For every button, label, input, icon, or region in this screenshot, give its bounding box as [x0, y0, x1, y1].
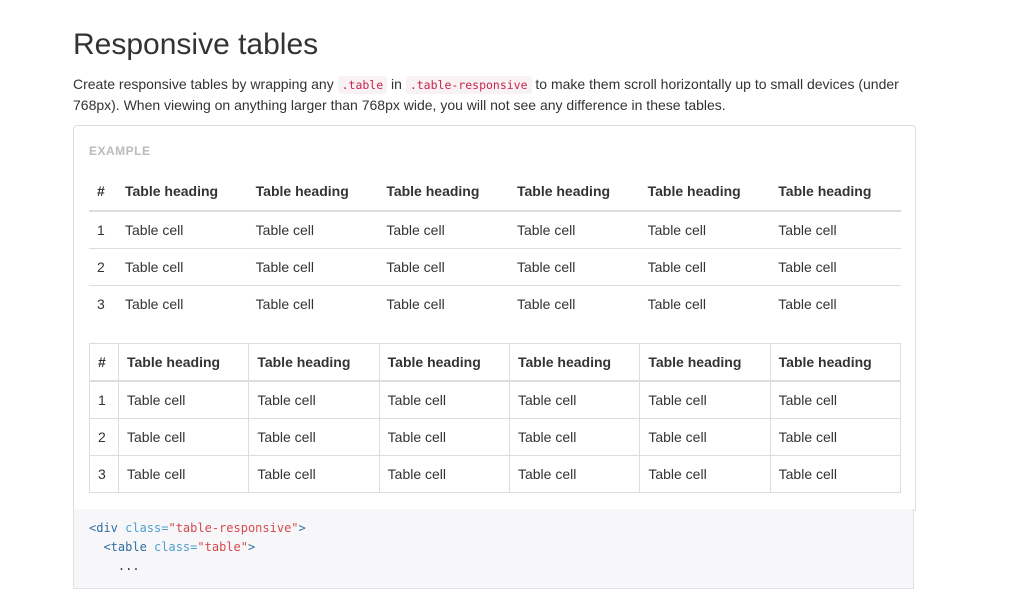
example-label: EXAMPLE	[89, 144, 151, 158]
table-cell: Table cell	[508, 248, 640, 286]
table-header-cell: Table heading	[117, 343, 250, 382]
table-cell: Table cell	[639, 248, 771, 286]
table-cell: Table cell	[247, 248, 379, 286]
table-cell: Table cell	[378, 418, 510, 456]
table-row: 2 Table cell Table cell Table cell Table…	[89, 248, 901, 286]
table-header-cell: Table heading	[378, 343, 510, 382]
code-tag: <table	[103, 540, 147, 554]
table-cell: Table cell	[255, 296, 315, 312]
table-header-cell: Table heading	[769, 343, 902, 382]
table-cell: Table cell	[378, 248, 509, 286]
table-header-cell: Table heading	[247, 172, 379, 212]
code-line-3: ...	[89, 557, 898, 576]
table-header-row: # Table heading Table heading Table head…	[89, 172, 901, 212]
example-panel: EXAMPLE # Table heading Table heading Ta…	[73, 125, 916, 511]
table-cell: Table cell	[508, 455, 641, 493]
table-row: 3 Table cell Table cell Table cell Table…	[89, 455, 902, 493]
table-cell: 1	[89, 211, 117, 249]
table-row: 1 Table cell Table cell Table cell Table…	[89, 380, 902, 419]
lead-paragraph: Create responsive tables by wrapping any…	[73, 74, 916, 115]
table-cell: Table cell	[248, 455, 380, 493]
code-string: "table-responsive"	[168, 521, 299, 535]
table-header-cell: #	[89, 343, 119, 382]
table-row: 2 Table cell Table cell Table cell Table…	[89, 418, 902, 456]
table-header-cell: Table heading	[639, 343, 771, 382]
table-header-cell: Table heading	[508, 343, 641, 382]
table-header-cell: Table heading	[378, 172, 509, 212]
table-cell: Table cell	[639, 455, 771, 493]
table-row: 1 Table cell Table cell Table cell Table…	[89, 211, 901, 249]
code-tag: >	[298, 521, 306, 535]
example-table-bordered: # Table heading Table heading Table head…	[89, 343, 902, 493]
table-cell: Table cell	[117, 211, 248, 249]
table-cell: Table cell	[769, 418, 902, 456]
table-cell: Table cell	[770, 248, 901, 286]
table-cell: Table cell	[117, 455, 250, 493]
lead-text-2: in	[387, 76, 406, 92]
table-header-cell: #	[89, 172, 117, 212]
table-header-cell: Table heading	[770, 172, 901, 212]
code-string: "table"	[197, 540, 248, 554]
table-row: 3 Table cell Table cell Table cell Table…	[89, 286, 901, 323]
table-cell: Table cell	[778, 296, 837, 312]
table-cell: Table cell	[769, 455, 902, 493]
lead-text-1: Create responsive tables by wrapping any	[73, 76, 338, 92]
table-cell: Table cell	[770, 211, 901, 249]
table-cell: Table cell	[508, 380, 641, 419]
table-header-cell: Table heading	[248, 343, 380, 382]
table-cell: Table cell	[378, 380, 510, 419]
table-cell: Table cell	[117, 418, 250, 456]
table-cell: 1	[89, 380, 119, 419]
code-line-1: <div class="table-responsive">	[89, 519, 898, 538]
table-cell: 2	[89, 248, 117, 286]
table-cell: Table cell	[125, 296, 184, 312]
table-cell: Table cell	[508, 418, 641, 456]
table-cell: Table cell	[639, 418, 771, 456]
table-cell: Table cell	[117, 380, 250, 419]
table-cell: 2	[89, 418, 119, 456]
code-ellipsis: ...	[117, 559, 140, 573]
table-cell: Table cell	[247, 211, 379, 249]
table-cell: Table cell	[248, 418, 380, 456]
inline-code-table: .table	[337, 76, 388, 94]
table-cell: Table cell	[378, 211, 509, 249]
table-cell: 3	[89, 455, 119, 493]
inline-code-table-responsive: .table-responsive	[405, 76, 532, 94]
table-cell: Table cell	[647, 296, 706, 312]
page-title: Responsive tables	[73, 28, 319, 61]
table-cell: Table cell	[248, 380, 380, 419]
code-tag: <div	[89, 521, 118, 535]
code-snippet: <div class="table-responsive"> <table cl…	[73, 509, 914, 589]
table-cell: Table cell	[378, 455, 510, 493]
table-cell: Table cell	[508, 211, 640, 249]
table-cell: Table cell	[516, 296, 576, 312]
code-attr: class=	[117, 521, 169, 535]
table-header-cell: Table heading	[508, 172, 640, 212]
code-line-2: <table class="table">	[89, 538, 898, 557]
table-header-cell: Table heading	[639, 172, 771, 212]
table-cell: Table cell	[639, 211, 771, 249]
table-header-cell: Table heading	[117, 172, 248, 212]
code-tag: >	[247, 540, 256, 554]
table-cell: Table cell	[386, 296, 445, 312]
table-cell: Table cell	[117, 248, 248, 286]
table-header-row: # Table heading Table heading Table head…	[89, 343, 902, 382]
table-cell: Table cell	[639, 380, 771, 419]
code-attr: class=	[146, 540, 198, 554]
example-table: # Table heading Table heading Table head…	[89, 172, 901, 322]
table-cell: Table cell	[769, 380, 902, 419]
table-cell: 3	[97, 296, 105, 312]
